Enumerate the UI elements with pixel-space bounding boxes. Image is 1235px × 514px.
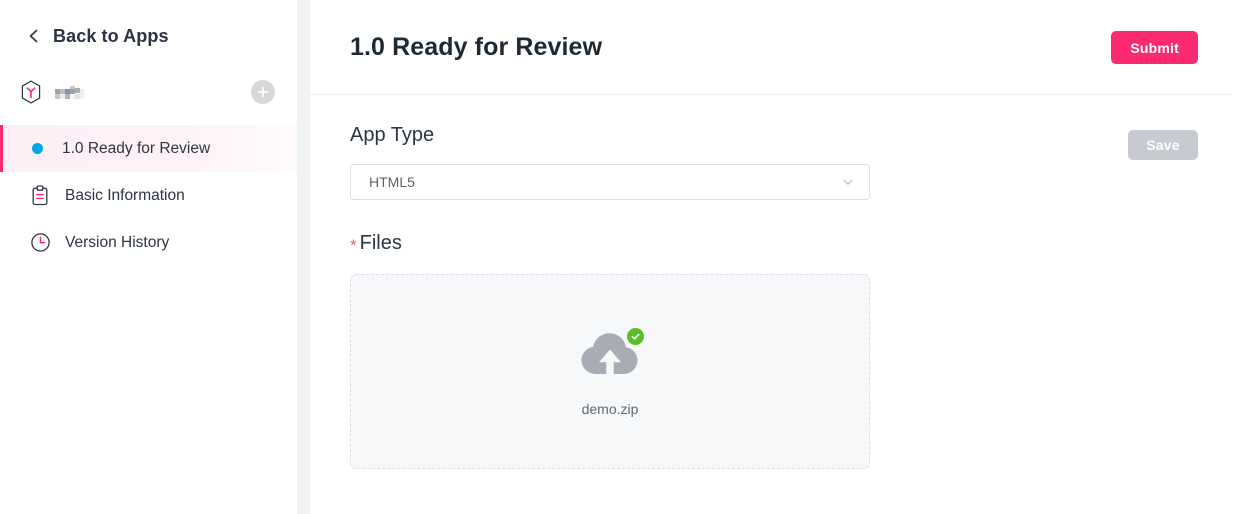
chevron-down-icon xyxy=(843,179,853,185)
back-to-apps-button[interactable]: Back to Apps xyxy=(0,0,297,45)
sidebar-item-label: 1.0 Ready for Review xyxy=(62,139,211,157)
main-content: 1.0 Ready for Review Submit Save App Typ… xyxy=(310,0,1235,514)
uploaded-file-name: demo.zip xyxy=(581,400,639,417)
file-dropzone[interactable]: demo.zip xyxy=(350,274,870,469)
current-app-row[interactable] xyxy=(0,75,297,109)
files-label: Files xyxy=(359,232,402,254)
back-to-apps-label: Back to Apps xyxy=(53,26,169,46)
sidebar-item-ready-for-review[interactable]: 1.0 Ready for Review xyxy=(0,125,297,172)
submit-button[interactable]: Submit xyxy=(1111,31,1198,64)
main-header: 1.0 Ready for Review Submit xyxy=(310,0,1235,95)
check-circle-icon xyxy=(627,327,644,345)
add-version-button[interactable] xyxy=(251,80,275,104)
files-label-row: * Files xyxy=(350,232,1195,255)
sidebar-item-label: Basic Information xyxy=(65,186,185,204)
sidebar-item-label: Version History xyxy=(65,233,170,251)
app-type-label: App Type xyxy=(350,124,435,146)
clock-icon xyxy=(29,232,51,254)
sidebar: Back to Apps 1.0 Ready for Review Basic … xyxy=(0,0,297,514)
app-shell: Back to Apps 1.0 Ready for Review Basic … xyxy=(0,0,1235,514)
app-type-selected-value: HTML5 xyxy=(369,174,415,190)
clipboard-icon xyxy=(29,185,51,207)
page-title: 1.0 Ready for Review xyxy=(350,33,603,61)
plus-icon xyxy=(257,86,269,98)
cloud-upload-icon xyxy=(578,327,644,380)
chevron-left-icon xyxy=(29,29,38,43)
save-button[interactable]: Save xyxy=(1128,130,1198,160)
sidebar-nav: 1.0 Ready for Review Basic Information V… xyxy=(0,125,297,266)
version-form: Save App Type HTML5 * Files demo.zip xyxy=(310,95,1235,469)
required-asterisk: * xyxy=(350,236,357,255)
app-type-select[interactable]: HTML5 xyxy=(350,164,870,200)
sidebar-item-version-history[interactable]: Version History xyxy=(0,219,297,266)
layout-gutter xyxy=(297,0,310,514)
status-dot-icon xyxy=(26,138,48,160)
sidebar-item-basic-information[interactable]: Basic Information xyxy=(0,172,297,219)
hexagon-app-logo-icon xyxy=(21,80,41,104)
app-name-redacted xyxy=(55,85,89,99)
